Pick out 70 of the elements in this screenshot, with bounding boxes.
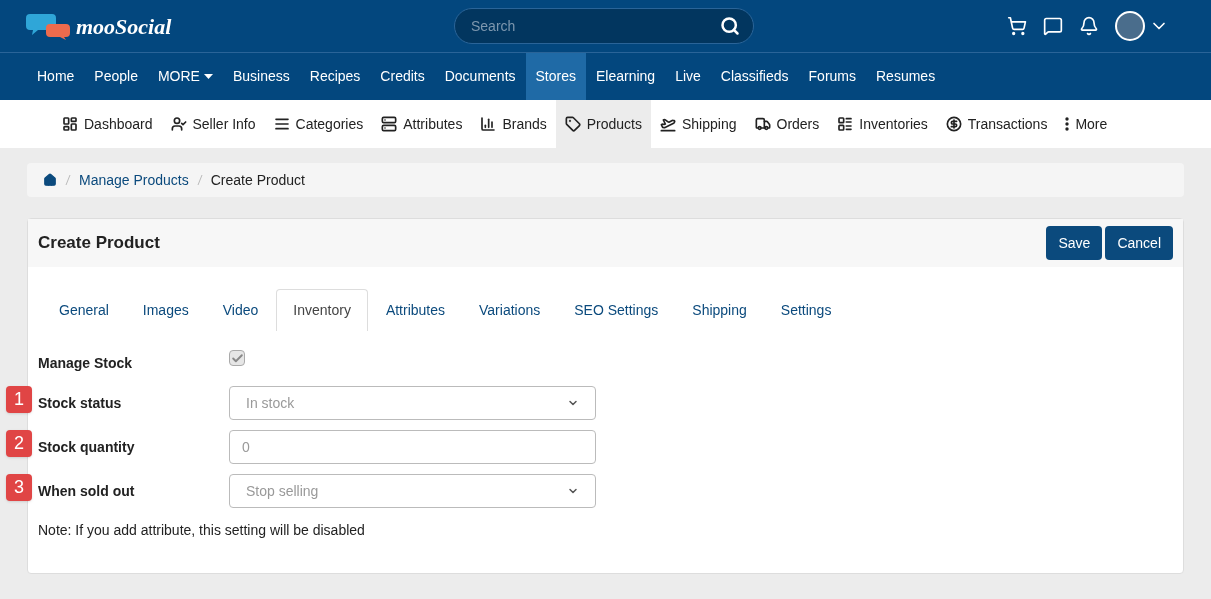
subnav-link[interactable]: Brands bbox=[471, 100, 556, 148]
breadcrumb-current: Create Product bbox=[210, 170, 305, 190]
subnav-link[interactable]: Inventories bbox=[828, 100, 937, 148]
tab[interactable]: Variations bbox=[463, 289, 557, 331]
slash-separator-icon bbox=[65, 174, 71, 186]
truck-icon bbox=[754, 116, 771, 132]
logo-icon bbox=[26, 12, 72, 40]
search-icon[interactable] bbox=[720, 16, 740, 36]
nav-link[interactable]: Documents bbox=[434, 53, 526, 100]
tab[interactable]: Inventory bbox=[276, 289, 368, 331]
tab[interactable]: General bbox=[43, 289, 125, 331]
cancel-button[interactable]: Cancel bbox=[1105, 226, 1173, 260]
nav-link[interactable]: Elearning bbox=[586, 53, 666, 100]
user-check-icon bbox=[170, 116, 187, 132]
lines-icon bbox=[273, 116, 290, 132]
nav-link[interactable]: MORE bbox=[147, 53, 223, 100]
nav-link[interactable]: Resumes bbox=[866, 53, 946, 100]
field-label: When sold out bbox=[38, 481, 136, 501]
nav-link[interactable]: Live bbox=[665, 53, 711, 100]
cart-icon[interactable] bbox=[1007, 16, 1027, 36]
subnav-link[interactable]: Categories bbox=[264, 100, 373, 148]
subnav-link[interactable]: Dashboard bbox=[53, 100, 162, 148]
subnav-link[interactable]: Seller Info bbox=[161, 100, 265, 148]
step-marker: 3 bbox=[6, 474, 32, 501]
chat-icon[interactable] bbox=[1043, 16, 1063, 36]
nav-link[interactable]: Forums bbox=[798, 53, 866, 100]
nav-link[interactable]: People bbox=[84, 53, 148, 100]
caret-icon bbox=[203, 74, 213, 79]
tag-icon bbox=[564, 116, 581, 132]
dollar-icon bbox=[945, 116, 962, 132]
nav-link[interactable]: Stores bbox=[525, 53, 586, 100]
subnav-link[interactable]: Transactions bbox=[936, 100, 1057, 148]
layout-icon bbox=[837, 116, 854, 132]
subnav-link[interactable]: Attributes bbox=[372, 100, 472, 148]
tab[interactable]: Shipping bbox=[676, 289, 763, 331]
logo-text: mooSocial bbox=[76, 12, 172, 41]
tab[interactable]: SEO Settings bbox=[558, 289, 675, 331]
tab[interactable]: Images bbox=[126, 289, 205, 331]
subnav-link[interactable]: Orders bbox=[745, 100, 829, 148]
note-text: Note: If you add attribute, this setting will be disabled bbox=[38, 521, 366, 540]
step-marker: 1 bbox=[6, 386, 32, 413]
tab[interactable]: Video bbox=[206, 289, 275, 331]
avatar[interactable] bbox=[1115, 11, 1145, 41]
nav-link[interactable]: Credits bbox=[370, 53, 435, 100]
field-label: Stock status bbox=[38, 393, 123, 413]
subnav-link[interactable]: More bbox=[1056, 100, 1117, 148]
tab[interactable]: Attributes bbox=[369, 289, 462, 331]
save-button[interactable]: Save bbox=[1046, 226, 1103, 260]
bar-chart-icon bbox=[480, 116, 497, 132]
field-label: Stock quantity bbox=[38, 437, 136, 457]
tab[interactable]: Settings bbox=[764, 289, 848, 331]
subnav-link[interactable]: Products bbox=[555, 100, 651, 148]
breadcrumb-link[interactable]: Manage Products bbox=[79, 169, 189, 191]
nav-link[interactable]: Business bbox=[222, 53, 300, 100]
nav-link[interactable]: Classifieds bbox=[710, 53, 799, 100]
card-title: Create Product bbox=[38, 232, 160, 255]
grid-icon bbox=[62, 116, 78, 132]
nav-link[interactable]: Recipes bbox=[299, 53, 371, 100]
step-marker: 2 bbox=[6, 430, 32, 457]
search-field[interactable]: Search bbox=[454, 8, 754, 44]
field-label: Manage Stock bbox=[38, 353, 134, 373]
nav-link[interactable]: Home bbox=[27, 53, 85, 100]
more-icon bbox=[1065, 117, 1070, 131]
subnav-link[interactable]: Shipping bbox=[651, 100, 746, 148]
slash-separator-icon bbox=[196, 174, 203, 186]
home-icon[interactable] bbox=[43, 173, 57, 187]
input-field[interactable]: 0 bbox=[229, 430, 596, 464]
plane-icon bbox=[660, 116, 676, 132]
server-icon bbox=[381, 116, 398, 132]
bell-icon[interactable] bbox=[1079, 16, 1099, 36]
